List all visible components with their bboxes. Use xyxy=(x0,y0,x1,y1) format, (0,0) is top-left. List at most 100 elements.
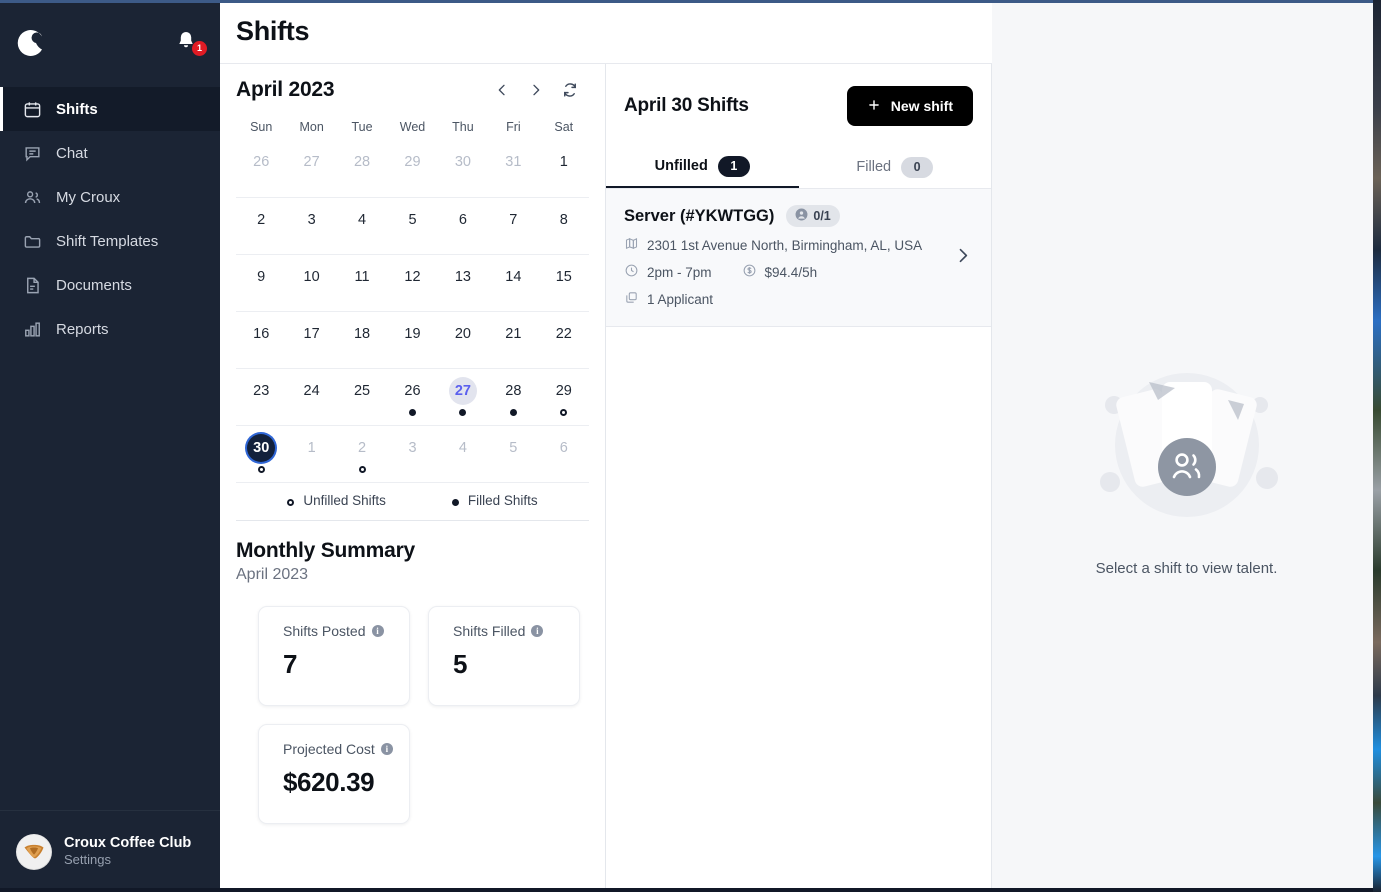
unfilled-dot-icon xyxy=(257,466,265,473)
shift-title: Server (#YKWTGG) xyxy=(624,206,775,225)
calendar-day-cell[interactable]: 2 xyxy=(236,198,286,254)
no-dot xyxy=(459,238,466,245)
calendar-day-cell[interactable]: 1 xyxy=(286,426,336,482)
summary-card-shifts-filled: Shifts Filled i 5 xyxy=(428,606,580,706)
calendar-day-cell[interactable]: 17 xyxy=(286,312,336,368)
calendar-day-cell[interactable]: 18 xyxy=(337,312,387,368)
no-dot xyxy=(560,295,567,302)
calendar-day-cell[interactable]: 6 xyxy=(539,426,589,482)
calendar-day-cell[interactable]: 21 xyxy=(488,312,538,368)
sidebar-item-my-croux[interactable]: My Croux xyxy=(0,175,220,219)
no-dot xyxy=(459,180,466,187)
info-icon[interactable]: i xyxy=(531,625,544,637)
tab-label: Filled xyxy=(856,159,892,175)
no-dot xyxy=(359,409,366,416)
calendar-day-cell[interactable]: 1 xyxy=(539,140,589,197)
day-name: Mon xyxy=(299,120,324,134)
calendar-day-cell[interactable]: 15 xyxy=(539,255,589,311)
tab-unfilled[interactable]: Unfilled 1 xyxy=(606,146,799,188)
calendar-day-cell[interactable]: 4 xyxy=(438,426,488,482)
no-dot xyxy=(258,180,265,187)
user-settings-link[interactable]: Settings xyxy=(64,852,191,869)
no-dot xyxy=(359,238,366,245)
croux-logo[interactable] xyxy=(14,26,48,60)
page-header: Shifts xyxy=(220,0,992,64)
sidebar-item-documents[interactable]: Documents xyxy=(0,263,220,307)
no-dot xyxy=(459,352,466,359)
calendar-day-cell[interactable]: 6 xyxy=(438,198,488,254)
calendar-day-cell[interactable]: 30 xyxy=(438,140,488,197)
tab-filled[interactable]: Filled 0 xyxy=(799,146,992,188)
sidebar-item-chat[interactable]: Chat xyxy=(0,131,220,175)
calendar-day-cell[interactable]: 29 xyxy=(387,140,437,197)
calendar-day-cell[interactable]: 8 xyxy=(539,198,589,254)
calendar-day-cell[interactable]: 4 xyxy=(337,198,387,254)
sidebar-user-profile[interactable]: Croux Coffee Club Settings xyxy=(0,810,220,892)
calendar-day-cell[interactable]: 5 xyxy=(488,426,538,482)
no-dot xyxy=(359,180,366,187)
shift-list-item[interactable]: Server (#YKWTGG) 0/1 2301 1st Avenue Nor… xyxy=(606,189,991,327)
calendar-day-cell[interactable]: 12 xyxy=(387,255,437,311)
calendar-day-cell[interactable]: 16 xyxy=(236,312,286,368)
sidebar-item-label: Shift Templates xyxy=(56,232,159,250)
calendar-day-cell[interactable]: 31 xyxy=(488,140,538,197)
calendar-day-cell[interactable]: 20 xyxy=(438,312,488,368)
calendar-day-cell[interactable]: 10 xyxy=(286,255,336,311)
calendar-day-cell[interactable]: 3 xyxy=(387,426,437,482)
calendar-day-number: 2 xyxy=(257,212,266,228)
no-dot xyxy=(510,238,517,245)
calendar-day-cell[interactable]: 5 xyxy=(387,198,437,254)
no-dot xyxy=(459,295,466,302)
calendar-day-cell[interactable]: 3 xyxy=(286,198,336,254)
sidebar-item-label: Shifts xyxy=(56,100,98,118)
calendar-day-cell[interactable]: 13 xyxy=(438,255,488,311)
sidebar-item-reports[interactable]: Reports xyxy=(0,307,220,351)
monthly-summary: Monthly Summary April 2023 Shifts Posted… xyxy=(236,520,589,824)
no-dot xyxy=(409,238,416,245)
calendar-day-cell[interactable]: 27 xyxy=(438,369,488,425)
calendar-day-number: 28 xyxy=(505,383,522,399)
calendar-day-cell[interactable]: 26 xyxy=(387,369,437,425)
sidebar-item-label: My Croux xyxy=(56,188,121,206)
calendar-day-cell[interactable]: 23 xyxy=(236,369,286,425)
info-icon[interactable]: i xyxy=(371,625,384,637)
day-name: Wed xyxy=(399,120,426,134)
calendar-refresh-button[interactable] xyxy=(561,81,579,99)
card-label-row: Shifts Filled i xyxy=(453,623,579,639)
calendar-day-cell[interactable]: 7 xyxy=(488,198,538,254)
notification-count-badge: 1 xyxy=(192,40,207,56)
chevron-right-icon[interactable] xyxy=(953,245,973,270)
calendar-day-cell[interactable]: 24 xyxy=(286,369,336,425)
calendar-day-cell[interactable]: 28 xyxy=(488,369,538,425)
calendar-day-cell[interactable]: 29 xyxy=(539,369,589,425)
calendar-next-button[interactable] xyxy=(527,81,545,99)
calendar-day-cell[interactable]: 25 xyxy=(337,369,387,425)
no-dot xyxy=(308,238,315,245)
sidebar-item-shifts[interactable]: Shifts xyxy=(0,87,220,131)
calendar-day-cell[interactable]: 14 xyxy=(488,255,538,311)
new-shift-label: New shift xyxy=(890,98,953,114)
calendar-prev-button[interactable] xyxy=(493,81,511,99)
calendar-day-number: 15 xyxy=(555,269,572,285)
calendar-day-cell[interactable]: 28 xyxy=(337,140,387,197)
map-icon xyxy=(624,236,639,254)
calendar-day-cell[interactable]: 30 xyxy=(236,426,286,482)
calendar-day-cell[interactable]: 11 xyxy=(337,255,387,311)
no-dot xyxy=(560,238,567,245)
no-dot xyxy=(560,466,567,473)
sidebar-item-shift-templates[interactable]: Shift Templates xyxy=(0,219,220,263)
calendar-day-number: 3 xyxy=(408,440,417,456)
info-icon[interactable]: i xyxy=(380,743,393,755)
calendar-day-cell[interactable]: 19 xyxy=(387,312,437,368)
calendar-day-cell[interactable]: 22 xyxy=(539,312,589,368)
bar-chart-icon xyxy=(22,319,42,339)
notifications-bell[interactable]: 1 xyxy=(174,29,207,57)
calendar-day-cell[interactable]: 9 xyxy=(236,255,286,311)
calendar-day-cell[interactable]: 27 xyxy=(286,140,336,197)
calendar-day-cell[interactable]: 26 xyxy=(236,140,286,197)
shift-address: 2301 1st Avenue North, Birmingham, AL, U… xyxy=(647,237,923,253)
shift-time-row: 2pm - 7pm $94.4/5h xyxy=(624,263,973,281)
calendar-day-cell[interactable]: 2 xyxy=(337,426,387,482)
calendar-day-number: 27 xyxy=(448,377,477,405)
new-shift-button[interactable]: New shift xyxy=(846,86,973,126)
